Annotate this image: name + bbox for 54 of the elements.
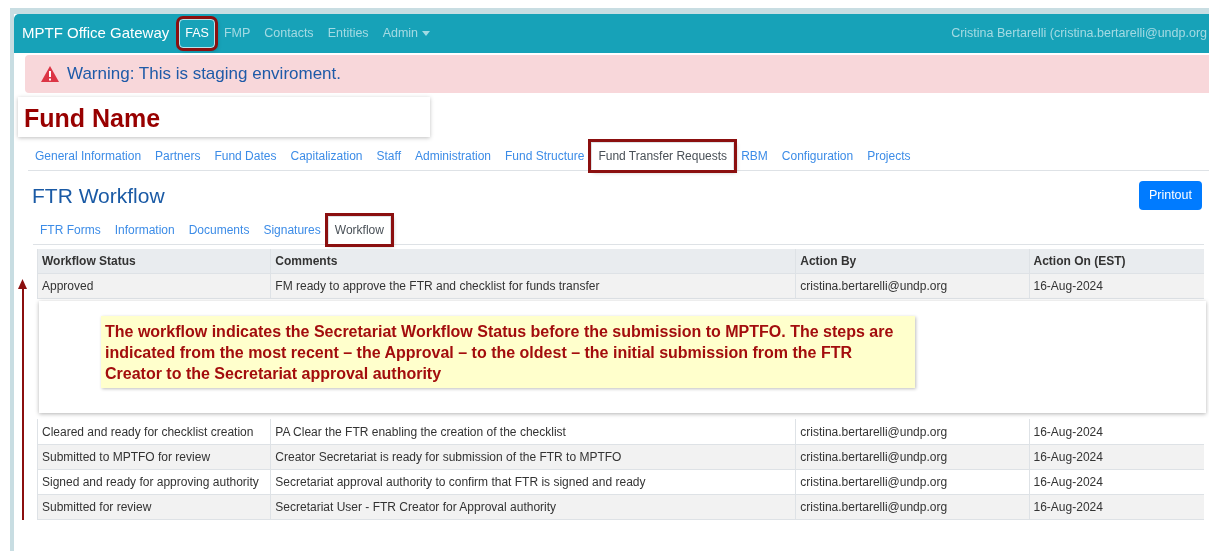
table-cell: Creator Secretariat is ready for submission of the FTR to MPTFO [270, 444, 796, 470]
tab[interactable]: Capitalization [283, 142, 370, 170]
warning-text: Warning: This is staging enviroment. [67, 63, 341, 86]
table-cell: Signed and ready for approving authority [37, 469, 271, 495]
nav-link[interactable]: FMP [218, 20, 256, 47]
table-cell: cristina.bertarelli@undp.org [795, 469, 1029, 495]
user-name[interactable]: Cristina Bertarelli (cristina.bertarelli@undp.org [951, 24, 1209, 43]
tab[interactable]: RBM [734, 142, 775, 170]
tab[interactable]: Configuration [774, 142, 861, 170]
tab[interactable]: Fund Structure [498, 142, 592, 170]
app-brand[interactable]: MPTF Office Gateway [22, 22, 170, 45]
printout-button[interactable]: Printout [1138, 181, 1202, 210]
table-cell: cristina.bertarelli@undp.org [795, 273, 1029, 299]
table-cell: cristina.bertarelli@undp.org [795, 494, 1029, 520]
column-header: Action On (EST) [1029, 248, 1204, 274]
nav-link[interactable]: Contacts [259, 20, 319, 47]
tab[interactable]: Workflow [327, 215, 391, 244]
tab[interactable]: Administration [408, 142, 498, 170]
column-header: Action By [795, 248, 1029, 274]
tab[interactable]: Fund Transfer Requests [591, 142, 735, 170]
tab[interactable]: Partners [148, 142, 208, 170]
table-cell: Secretariat User - FTR Creator for Approval authority [270, 494, 796, 520]
tab[interactable]: FTR Forms [33, 215, 108, 244]
table-cell: cristina.bertarelli@undp.org [795, 419, 1029, 445]
tab[interactable]: General Information [28, 142, 149, 170]
warning-icon [41, 66, 59, 82]
page-title: FTR Workflow [32, 182, 165, 208]
table-cell: FM ready to approve the FTR and checklist for funds transfer [270, 273, 796, 299]
tab[interactable]: Documents [181, 215, 257, 244]
table-cell: cristina.bertarelli@undp.org [795, 444, 1029, 470]
table-cell: PA Clear the FTR enabling the creation of the checklist [270, 419, 796, 445]
table-cell: Cleared and ready for checklist creation [37, 419, 271, 445]
caret-icon[interactable] [422, 31, 431, 37]
nav-link[interactable]: FAS [179, 19, 215, 48]
table-cell: Submitted to MPTFO for review [37, 444, 271, 470]
tab[interactable]: Signatures [256, 215, 328, 244]
tab[interactable]: Fund Dates [207, 142, 284, 170]
column-header: Workflow Status [37, 248, 271, 274]
tab[interactable]: Projects [860, 142, 918, 170]
table-cell: 16-Aug-2024 [1029, 419, 1204, 445]
fund-title: Fund Name [24, 104, 161, 132]
table-cell: Approved [37, 273, 271, 299]
table-cell: 16-Aug-2024 [1029, 494, 1204, 520]
table-cell: Submitted for review [37, 494, 271, 520]
tab[interactable]: Staff [369, 142, 408, 170]
table-cell: 16-Aug-2024 [1029, 444, 1204, 470]
callout-note: The workflow indicates the Secretariat Workflow Status before the submission to MPTFO. The steps are indicated from the most recent – the Approval – to the oldest – the initial submission from the FTR Creator to the Secretariat approval authority [101, 316, 915, 389]
nav-link[interactable]: Entities [322, 20, 374, 47]
table-cell: 16-Aug-2024 [1029, 273, 1204, 299]
nav-dropdown[interactable]: Admin [377, 20, 436, 47]
table-cell: 16-Aug-2024 [1029, 469, 1204, 495]
column-header: Comments [270, 248, 796, 274]
table-cell: Secretariat approval authority to confirm that FTR is signed and ready [270, 469, 796, 495]
tab[interactable]: Information [107, 215, 182, 244]
